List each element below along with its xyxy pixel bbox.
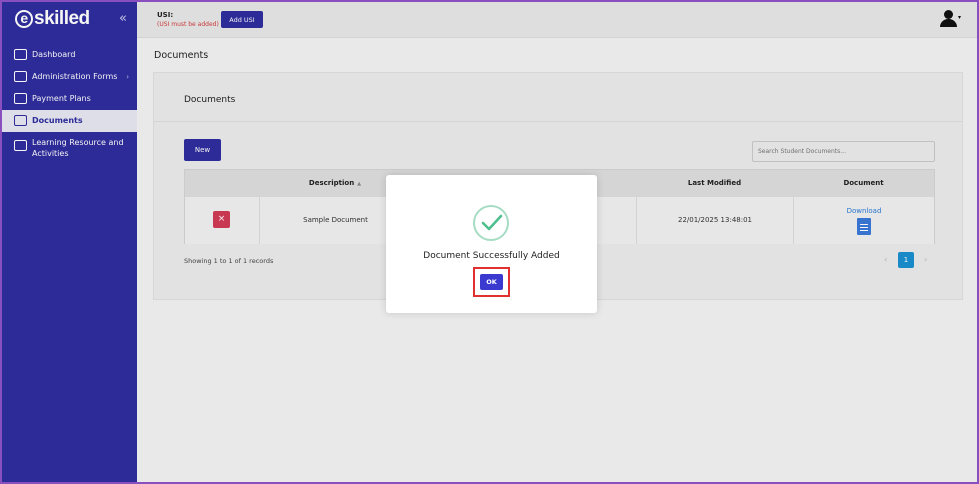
ok-highlight: OK bbox=[473, 267, 510, 297]
ok-button[interactable]: OK bbox=[480, 274, 503, 290]
success-dialog: Document Successfully Added OK bbox=[386, 175, 597, 313]
dialog-message: Document Successfully Added bbox=[423, 251, 560, 261]
checkmark-icon bbox=[473, 205, 509, 241]
app-window: e skilled « Dashboard Administration Form… bbox=[0, 0, 979, 484]
